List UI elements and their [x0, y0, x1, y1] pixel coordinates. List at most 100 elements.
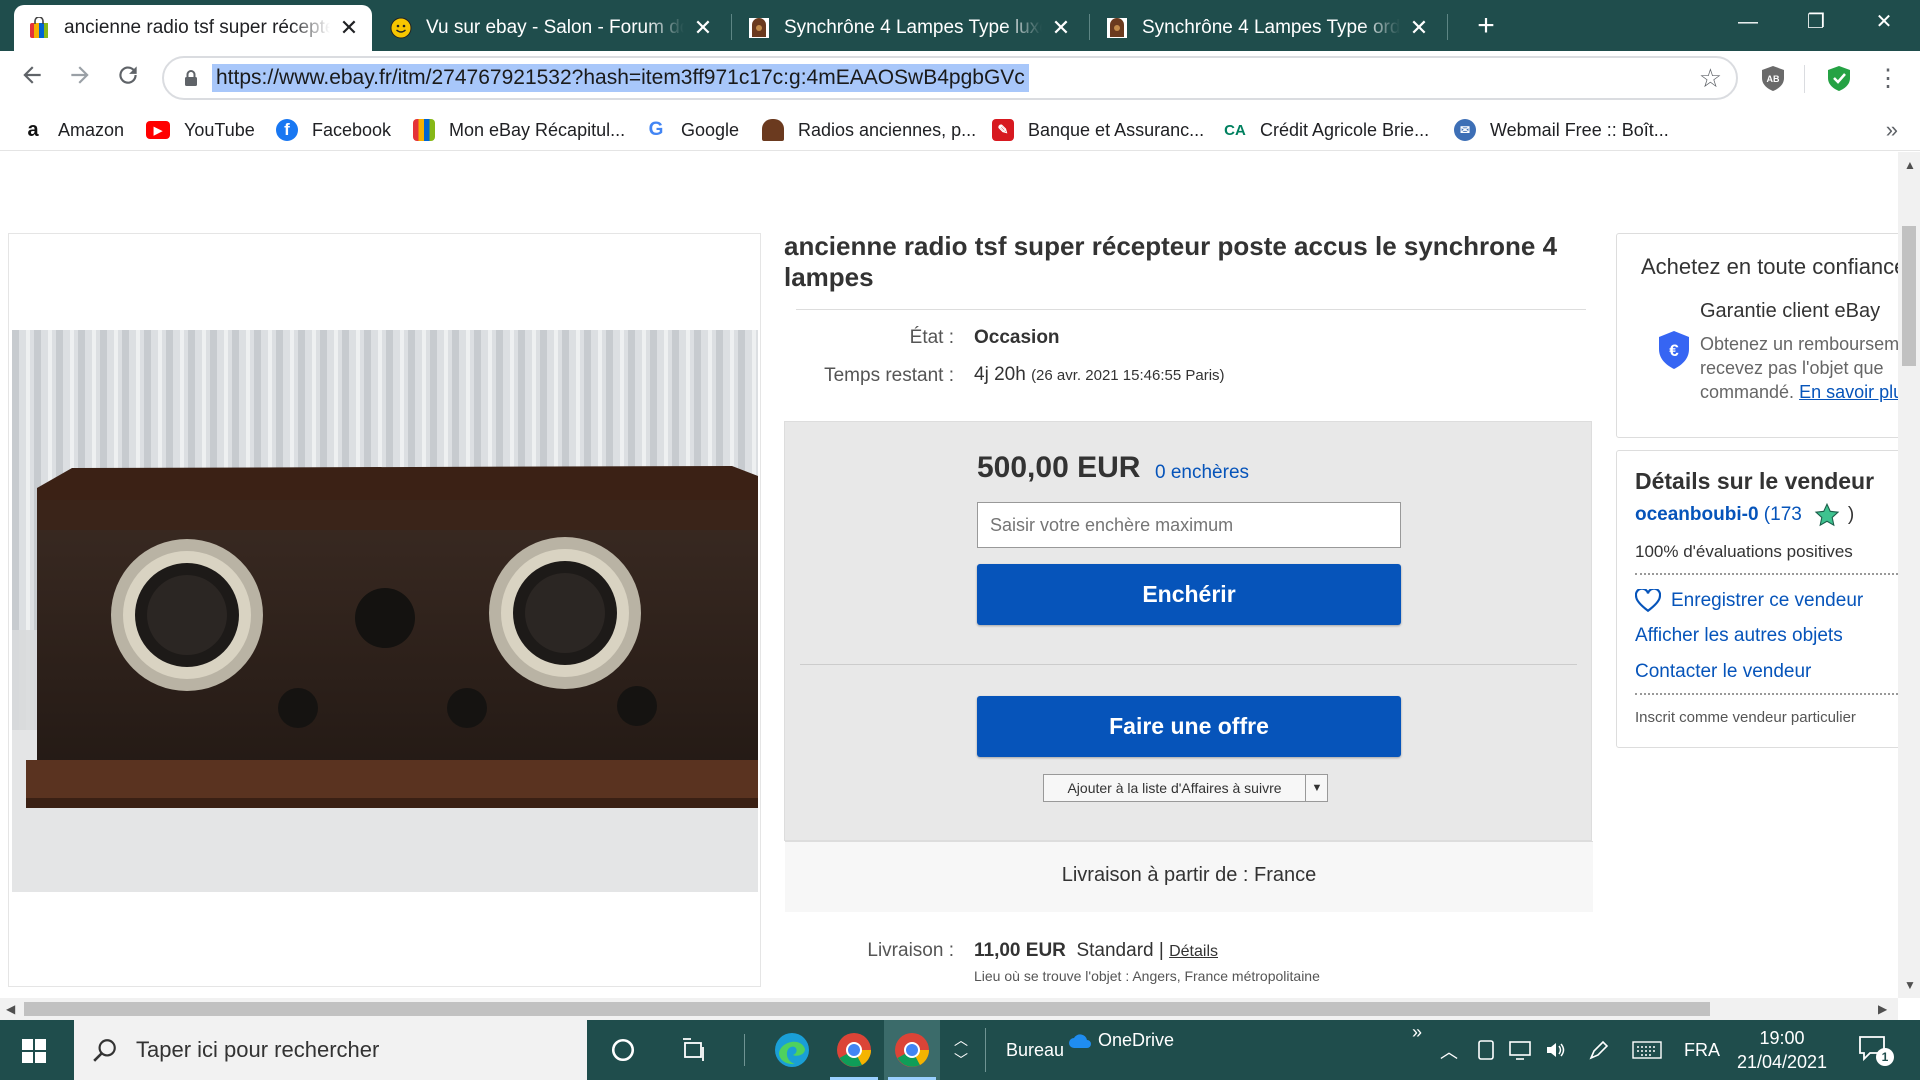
bookmark-facebook[interactable]: f Facebook [276, 115, 391, 145]
item-photo[interactable] [12, 330, 758, 892]
bookmark-label: Mon eBay Récapitul... [449, 119, 626, 140]
scroll-up-icon[interactable]: ▲ [1904, 158, 1916, 172]
bookmark-banque[interactable]: ✎ Banque et Assuranc... [992, 115, 1204, 145]
seller-name-link[interactable]: oceanboubi-0 [1635, 504, 1759, 526]
close-window-button[interactable]: ✕ [1852, 0, 1916, 46]
security-shield-icon[interactable] [1824, 63, 1854, 93]
learn-more-link[interactable]: En savoir plus [1799, 382, 1898, 402]
tablet-icon[interactable] [1476, 1039, 1496, 1061]
other-items-link[interactable]: Afficher les autres objets [1635, 625, 1843, 647]
shipping-label: Livraison : [867, 940, 954, 961]
tab-ebay-listing[interactable]: ancienne radio tsf super récepteur poste… [14, 5, 372, 51]
pen-icon[interactable] [1588, 1039, 1610, 1061]
bookmark-label: Crédit Agricole Brie... [1260, 119, 1430, 140]
tab-doctissimo[interactable]: Vu sur ebay - Salon - Forum doctissimo ✕ [376, 5, 726, 51]
bookmark-star-icon[interactable]: ☆ [1699, 63, 1722, 93]
bookmark-label: Amazon [58, 119, 125, 140]
chevron-down-icon[interactable]: ﹀ [954, 1050, 968, 1070]
save-seller-link[interactable]: Enregistrer ce vendeur [1635, 589, 1863, 613]
scrollbar-thumb[interactable] [1902, 226, 1916, 366]
guarantee-text: Obtenez un remboursement recevez pas l'o… [1700, 332, 1898, 404]
url-text[interactable]: https://www.ebay.fr/itm/274767921532?has… [212, 64, 1029, 92]
search-icon [93, 1039, 116, 1062]
new-tab-button[interactable]: + [1468, 8, 1504, 44]
start-button[interactable] [0, 1020, 72, 1080]
divider [1635, 573, 1898, 575]
scrollbar-thumb[interactable] [24, 1002, 1710, 1016]
action-center-button[interactable]: 1 [1858, 1034, 1894, 1068]
vertical-scrollbar[interactable]: ▲ ▼ [1898, 152, 1920, 998]
tuning-dial-left [111, 539, 263, 691]
bookmark-youtube[interactable]: ▶ YouTube [146, 115, 255, 145]
task-view-button[interactable] [670, 1020, 720, 1080]
bookmark-radios-anciennes[interactable]: Radios anciennes, p... [762, 115, 976, 145]
make-offer-button[interactable]: Faire une offre [977, 696, 1401, 757]
guarantee-line: commandé. [1700, 382, 1795, 402]
bid-panel: 500,00 EUR 0 enchères Enchérir Faire une… [784, 421, 1593, 912]
network-icon[interactable] [1508, 1039, 1532, 1061]
tuning-dial-right [489, 537, 641, 689]
bookmarks-overflow-button[interactable]: » [1886, 117, 1898, 143]
chevron-up-icon[interactable]: ︿ [954, 1030, 968, 1050]
toolbar-overflow-button[interactable]: » [1412, 1022, 1422, 1043]
shipping-method: Standard [1076, 940, 1154, 961]
time-left-value: 4j 20h (26 avr. 2021 15:46:55 Paris) [974, 364, 1225, 386]
bid-count-link[interactable]: 0 enchères [1155, 462, 1249, 484]
back-button[interactable] [14, 61, 50, 97]
adblock-extension-icon[interactable]: AB [1758, 63, 1788, 93]
close-tab-icon[interactable]: ✕ [1408, 17, 1430, 39]
bookmark-credit-agricole[interactable]: CA Crédit Agricole Brie... [1224, 115, 1429, 145]
edge-button[interactable] [766, 1020, 818, 1080]
minimize-button[interactable]: — [1716, 0, 1780, 46]
scroll-left-icon[interactable]: ◀ [6, 1002, 15, 1016]
keyboard-icon[interactable] [1632, 1041, 1662, 1059]
bookmark-webmail-free[interactable]: ✉ Webmail Free :: Boît... [1454, 115, 1669, 145]
shipping-details-link[interactable]: Détails [1169, 943, 1218, 960]
place-bid-button[interactable]: Enchérir [977, 564, 1401, 625]
taskbar-search-box[interactable]: Taper ici pour rechercher [74, 1020, 587, 1080]
input-language[interactable]: FRA [1684, 1040, 1720, 1061]
tab-title: Synchrône 4 Lampes Type luxe Radio [784, 17, 1042, 38]
clock-time: 19:00 [1759, 1028, 1805, 1048]
horizontal-scrollbar[interactable]: ◀ ▶ [0, 998, 1898, 1020]
volume-icon[interactable] [1544, 1039, 1568, 1061]
tray-chevron-icon[interactable]: ︿ [1440, 1038, 1458, 1064]
bookmark-ebay-summary[interactable]: Mon eBay Récapitul... [413, 115, 625, 145]
buyer-protection-box: Achetez en toute confiance € Garantie cl… [1616, 233, 1898, 438]
divider [800, 664, 1577, 665]
contact-seller-link[interactable]: Contacter le vendeur [1635, 661, 1811, 683]
tab-synchrone-ordinaire[interactable]: Synchrône 4 Lampes Type ordinaire ✕ [1092, 5, 1442, 51]
taskbar-scroll-buttons[interactable]: ︿ ﹀ [946, 1020, 976, 1080]
forward-button[interactable] [62, 61, 98, 97]
bookmark-label: Facebook [312, 119, 392, 140]
bookmark-amazon[interactable]: a Amazon [22, 115, 124, 145]
onedrive-toolbar[interactable]: OneDrive [1068, 1030, 1174, 1051]
windows-logo-icon [22, 1039, 46, 1063]
desktop-toolbar-label[interactable]: Bureau [1006, 1040, 1064, 1061]
scroll-right-icon[interactable]: ▶ [1878, 1002, 1887, 1016]
max-bid-input[interactable] [977, 502, 1401, 548]
chevron-down-icon: ▼ [1311, 782, 1323, 794]
radio-site-icon [749, 18, 769, 38]
watchlist-dropdown-button[interactable]: ▼ [1305, 774, 1328, 802]
clock[interactable]: 19:00 21/04/2021 [1730, 1026, 1834, 1074]
bookmark-google[interactable]: G Google [645, 115, 739, 145]
chrome-window-2-button[interactable] [884, 1020, 940, 1080]
shipping-info: 11,00 EUR Standard | Détails [974, 940, 1218, 962]
cortana-button[interactable] [598, 1020, 648, 1080]
scroll-down-icon[interactable]: ▼ [1904, 978, 1916, 992]
feedback-score-link[interactable]: (173 [1764, 504, 1802, 526]
shopping-bag-icon [413, 119, 435, 141]
radio-site-icon [762, 119, 784, 141]
reload-button[interactable] [110, 61, 146, 97]
menu-button[interactable]: ⋮ [1870, 61, 1906, 97]
chrome-button[interactable] [826, 1020, 882, 1080]
close-tab-icon[interactable]: ✕ [692, 17, 714, 39]
close-tab-icon[interactable]: ✕ [1050, 17, 1072, 39]
address-bar[interactable]: https://www.ebay.fr/itm/274767921532?has… [162, 56, 1738, 100]
restore-button[interactable]: ❐ [1784, 0, 1848, 46]
tab-synchrone-luxe[interactable]: Synchrône 4 Lampes Type luxe Radio ✕ [734, 5, 1084, 51]
bookmarks-bar: a Amazon ▶ YouTube f Facebook Mon eBay R… [0, 109, 1920, 151]
close-tab-icon[interactable]: ✕ [338, 17, 360, 39]
add-to-watchlist-button[interactable]: Ajouter à la liste d'Affaires à suivre [1043, 774, 1328, 802]
